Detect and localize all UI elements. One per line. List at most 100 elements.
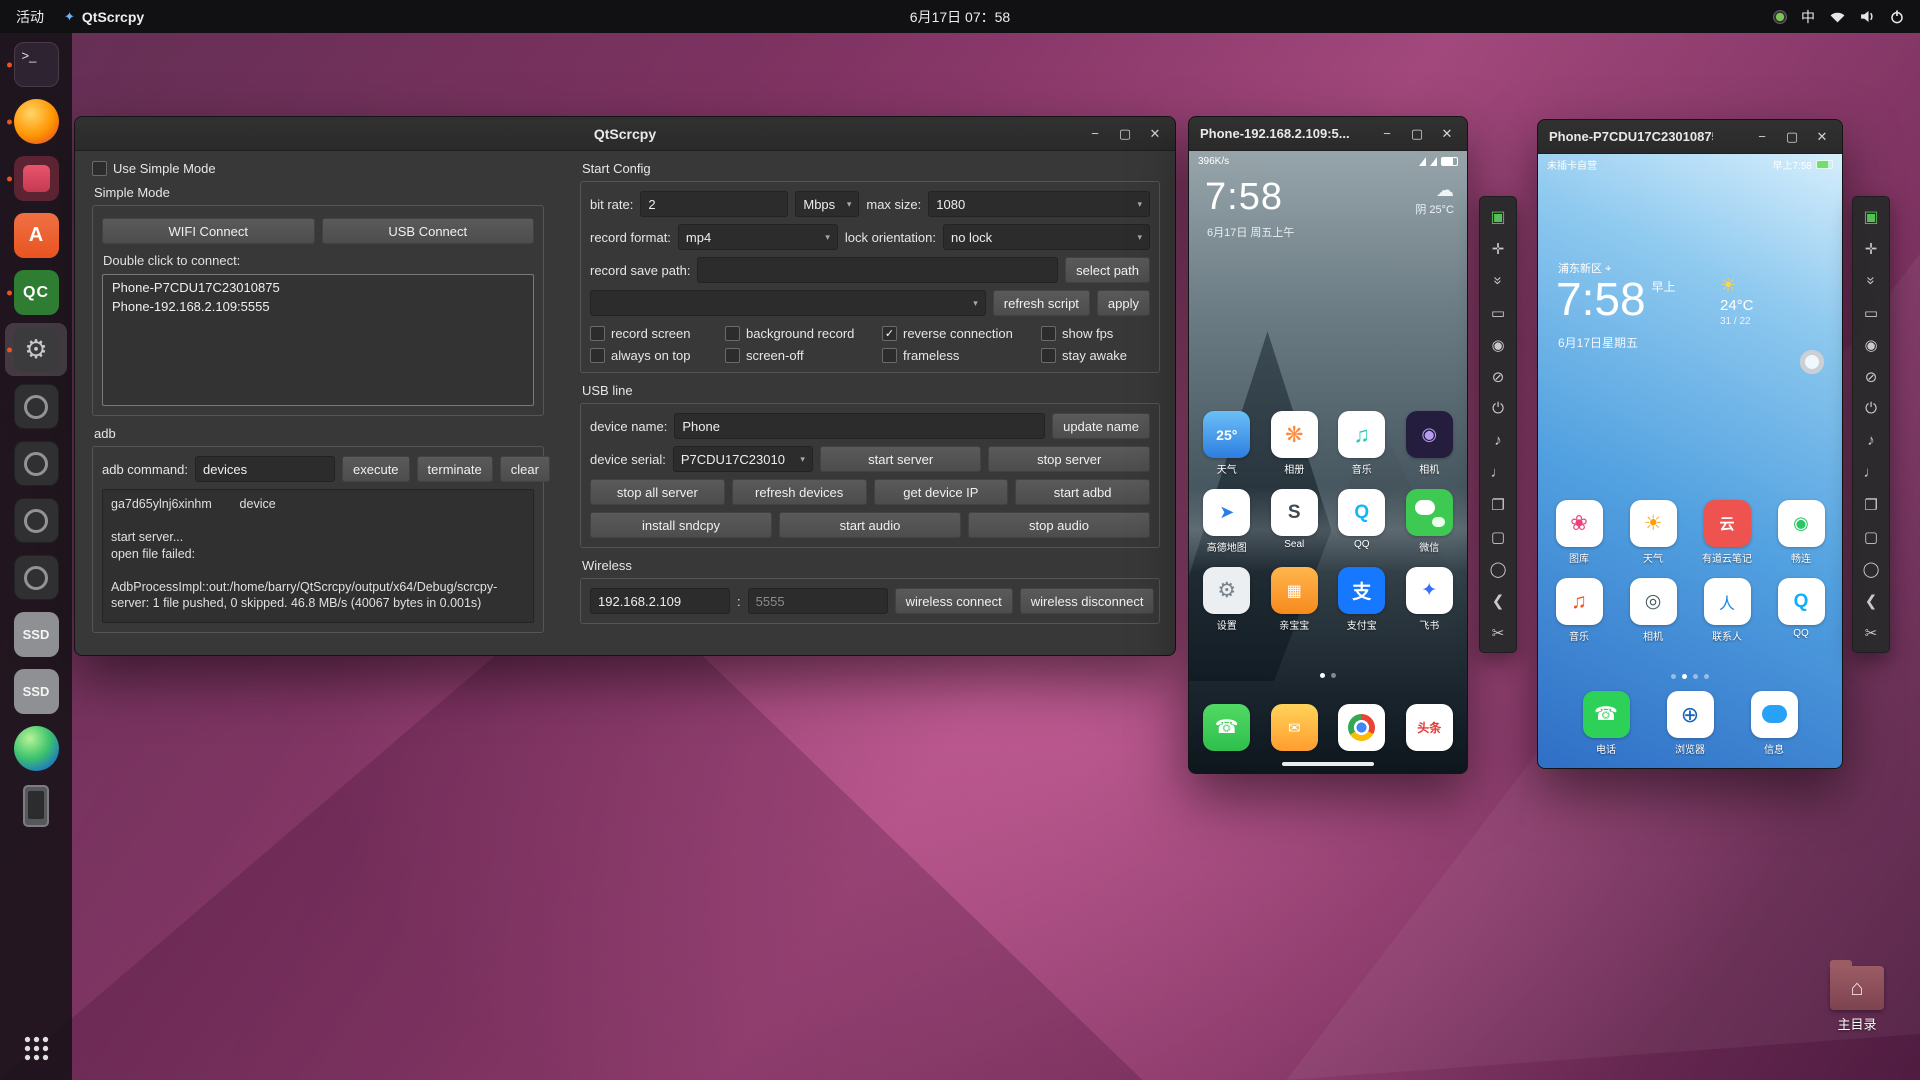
show-screen-icon[interactable]: ◉ (1482, 329, 1514, 360)
device-serial-combo[interactable]: P7CDU17C23010 ▾ (672, 446, 813, 472)
close-button[interactable]: ✕ (1434, 121, 1460, 147)
back-circle-icon[interactable]: ◯ (1482, 553, 1514, 584)
app-browser[interactable]: ⊕ 浏览器 (1666, 691, 1714, 756)
refresh-devices-button[interactable]: refresh devices (731, 479, 867, 505)
app-messages[interactable]: 信息 (1750, 691, 1798, 756)
phone-app-icon[interactable]: ☎ (1203, 704, 1251, 751)
app-switch-icon[interactable]: ❐ (1855, 489, 1887, 520)
bit-rate-input[interactable] (640, 191, 789, 217)
usb-connect-button[interactable]: USB Connect (321, 218, 534, 244)
device-list-item[interactable]: Phone-192.168.2.109:5555 (103, 297, 533, 316)
execute-button[interactable]: execute (342, 456, 410, 482)
phone2-weather-widget[interactable]: ☀ 24°C 31 / 22 (1720, 274, 1754, 328)
frameless-checkbox[interactable]: frameless (882, 348, 1034, 363)
app-gallery[interactable]: ❋ 相册 (1261, 411, 1329, 476)
app-switch-icon[interactable]: ❐ (1482, 489, 1514, 520)
app-changlian[interactable]: ◉ 畅连 (1764, 500, 1838, 565)
maximize-button[interactable]: ▢ (1404, 121, 1430, 147)
dock-device-1[interactable] (5, 380, 67, 433)
expand-icon[interactable]: » (1856, 265, 1887, 297)
wifi-connect-button[interactable]: WIFI Connect (102, 218, 315, 244)
start-audio-button[interactable]: start audio (779, 512, 961, 538)
use-simple-mode-checkbox[interactable]: Use Simple Mode (92, 161, 544, 176)
start-adbd-button[interactable]: start adbd (1015, 479, 1150, 505)
update-name-button[interactable]: update name (1052, 413, 1150, 439)
dock-ssd-2[interactable]: SSD (5, 665, 67, 718)
always-on-top-checkbox[interactable]: always on top (590, 348, 718, 363)
volume-up-icon[interactable]: ♪ (1482, 425, 1514, 456)
app-wechat[interactable]: 微信 (1396, 489, 1464, 554)
show-screen-icon[interactable]: ◉ (1855, 329, 1887, 360)
minimize-button[interactable]: − (1082, 121, 1108, 147)
dock-files[interactable] (5, 152, 67, 205)
screenshot-icon[interactable]: ✂ (1855, 617, 1887, 648)
phone1-weather-widget[interactable]: ☁ 阴 25°C (1415, 180, 1454, 218)
back-icon[interactable]: ❮ (1482, 585, 1514, 616)
dock-terminal[interactable]: >_ (5, 38, 67, 91)
volume-down-icon[interactable]: ♩ (1482, 457, 1514, 488)
app-contacts[interactable]: 人联系人 (1690, 578, 1764, 643)
home-icon[interactable]: ▢ (1855, 521, 1887, 552)
wireless-disconnect-button[interactable]: wireless disconnect (1019, 588, 1155, 614)
app-music[interactable]: ♫ 音乐 (1542, 578, 1616, 643)
phone2-screen[interactable]: 未插卡自营 早上7:58 浦东新区 ⌖ 7:58 早上 ☀ 24°C 31 / 2… (1538, 154, 1842, 768)
back-circle-icon[interactable]: ◯ (1855, 553, 1887, 584)
screen-off-icon[interactable]: ⊘ (1855, 361, 1887, 392)
dock-device-4[interactable] (5, 551, 67, 604)
app-qinbaobao[interactable]: ▦ 亲宝宝 (1261, 567, 1329, 632)
maximize-button[interactable]: ▢ (1112, 121, 1138, 147)
clear-button[interactable]: clear (499, 456, 550, 482)
start-server-button[interactable]: start server (819, 446, 982, 472)
phone1-screen[interactable]: 396K/s 7:58 6月17日 周五上午 ☁ 阴 25°C 25° 天气 ❋ 相… (1189, 151, 1467, 773)
screen-off-icon[interactable]: ⊘ (1482, 361, 1514, 392)
volume-icon[interactable] (1860, 10, 1876, 23)
app-camera[interactable]: ◉ 相机 (1396, 411, 1464, 476)
apply-button[interactable]: apply (1096, 290, 1150, 316)
phone1-titlebar[interactable]: Phone-192.168.2.109:5... − ▢ ✕ (1189, 117, 1467, 151)
assistive-ball[interactable] (1800, 350, 1824, 374)
dock-qtcreator[interactable]: QC (5, 266, 67, 319)
dock-settings[interactable]: ⚙ (5, 323, 67, 376)
app-menu[interactable]: ✦ QtScrcpy (64, 9, 144, 25)
home-indicator-bar[interactable] (1282, 762, 1374, 766)
record-save-path-input[interactable] (697, 257, 1059, 283)
device-list[interactable]: Phone-P7CDU17C23010875 Phone-192.168.2.1… (102, 274, 534, 406)
max-size-combo[interactable]: 1080 ▾ (928, 191, 1150, 217)
power-icon[interactable]: ⏻ (1482, 393, 1514, 424)
app-gallery[interactable]: ❀ 图库 (1542, 500, 1616, 565)
app-qq[interactable]: Q QQ (1764, 578, 1838, 643)
record-format-combo[interactable]: mp4 ▾ (677, 224, 838, 250)
power-icon[interactable] (1890, 9, 1904, 24)
maximize-button[interactable]: ▢ (1779, 124, 1805, 150)
screenshot-icon[interactable]: ✂ (1482, 617, 1514, 648)
get-device-ip-button[interactable]: get device IP (873, 479, 1009, 505)
clock-menu[interactable]: 6月17日 07：58 (910, 9, 1010, 25)
screen-off-checkbox[interactable]: screen-off (725, 348, 875, 363)
expand-icon[interactable]: » (1483, 265, 1514, 297)
phone2-titlebar[interactable]: Phone-P7CDU17C23010875 − ▢ ✕ (1538, 120, 1842, 154)
reverse-connection-checkbox[interactable]: ✓ reverse connection (882, 326, 1034, 341)
stop-server-button[interactable]: stop server (988, 446, 1150, 472)
stop-audio-button[interactable]: stop audio (968, 512, 1150, 538)
chrome-app-icon[interactable] (1338, 704, 1386, 751)
wifi-icon[interactable] (1829, 10, 1846, 23)
dock-phone-device[interactable] (5, 779, 67, 832)
dock-device-3[interactable] (5, 494, 67, 547)
power-icon[interactable]: ⏻ (1855, 393, 1887, 424)
toutiao-app-icon[interactable]: 头条 (1405, 704, 1453, 751)
screen-group-icon[interactable]: ▣ (1482, 201, 1514, 232)
adb-command-input[interactable] (195, 456, 335, 482)
app-camera[interactable]: ◎ 相机 (1616, 578, 1690, 643)
messages-app-icon[interactable]: ✉ (1270, 704, 1318, 751)
close-button[interactable]: ✕ (1142, 121, 1168, 147)
phone2-clock-widget[interactable]: 7:58 早上 (1556, 272, 1676, 326)
app-settings[interactable]: ⚙ 设置 (1193, 567, 1261, 632)
install-sndcpy-button[interactable]: install sndcpy (590, 512, 772, 538)
background-record-checkbox[interactable]: background record (725, 326, 875, 341)
lock-orientation-combo[interactable]: no lock ▾ (942, 224, 1150, 250)
dock-device-2[interactable] (5, 437, 67, 490)
fullscreen-icon[interactable]: ✛ (1855, 233, 1887, 264)
wireless-ip-input[interactable] (590, 588, 730, 614)
app-amap[interactable]: ➤ 高德地图 (1193, 489, 1261, 554)
touch-icon[interactable]: ▭ (1855, 297, 1887, 328)
